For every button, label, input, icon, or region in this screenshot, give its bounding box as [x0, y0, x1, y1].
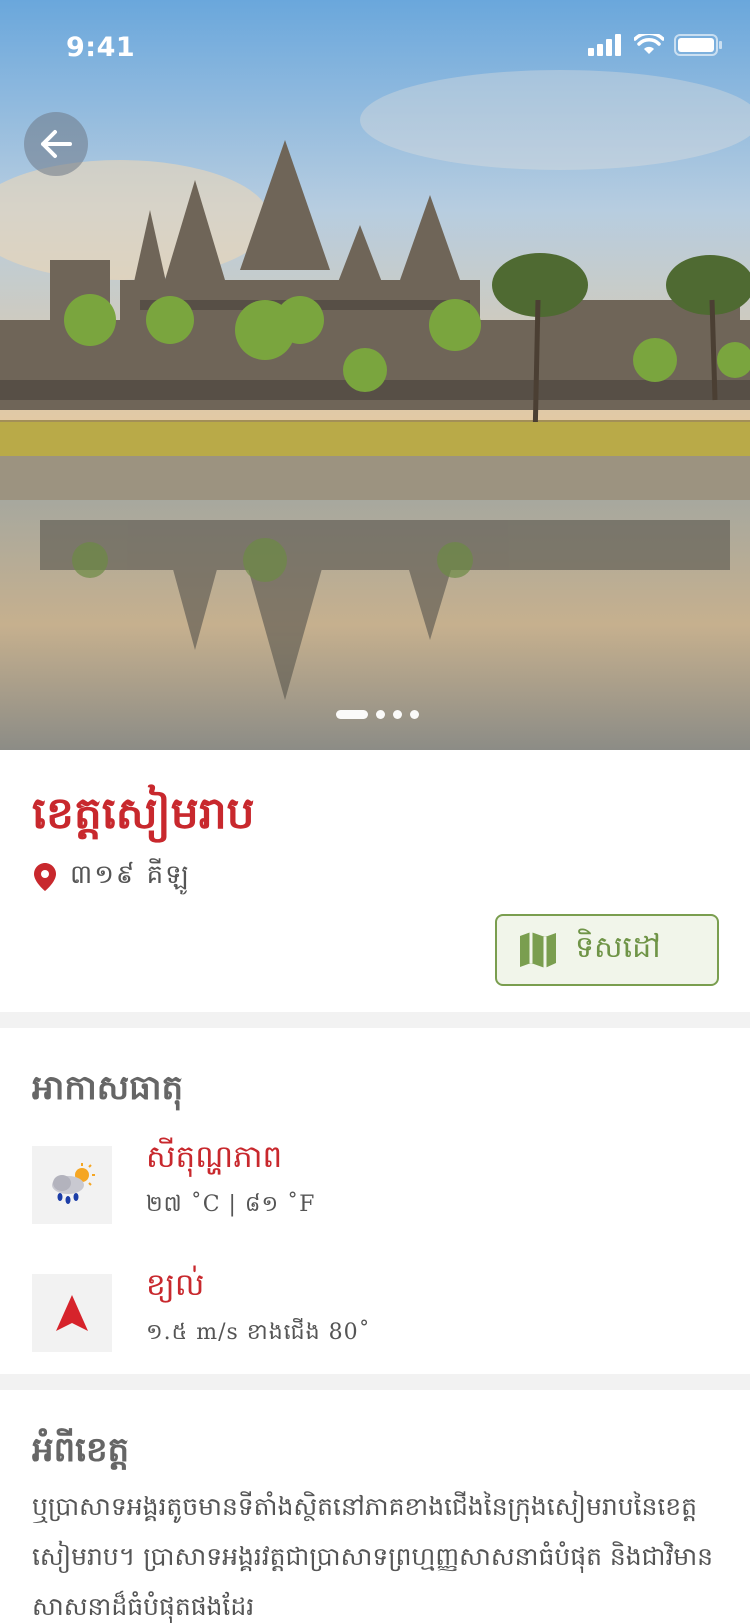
wind-icon-box [32, 1274, 112, 1352]
battery-icon [674, 34, 722, 56]
section-divider [0, 1012, 750, 1028]
weather-title: អាកាសធាតុ [32, 1068, 184, 1108]
distance-row: ៣១៩ គីឡូ [34, 858, 191, 896]
about-section: អំពីខេត្ត ឬប្រាសាទអង្គរតូចមានទីតាំងស្ថិត… [0, 1390, 750, 1624]
temperature-icon-box [32, 1146, 112, 1224]
about-title: អំពីខេត្ត [32, 1430, 130, 1470]
map-icon [520, 932, 556, 968]
section-divider [0, 1374, 750, 1390]
temperature-row: សីតុណ្ហភាព ២៧ ˚C | ៨១ ˚F [32, 1139, 722, 1226]
pager-dot[interactable] [376, 710, 385, 719]
wind-direction-arrow-icon [56, 1295, 88, 1331]
pager-dot-active[interactable] [336, 710, 368, 719]
directions-label: ទិសដៅ [575, 930, 661, 965]
province-info: ខេត្តសៀមរាប ៣១៩ គីឡូ ទិសដៅ [0, 750, 750, 1012]
distance-text: ៣១៩ គីឡូ [70, 860, 191, 890]
temperature-label: សីតុណ្ហភាព [146, 1139, 283, 1175]
pager-dot[interactable] [393, 710, 402, 719]
location-pin-icon [34, 863, 56, 891]
directions-button[interactable]: ទិសដៅ [495, 914, 719, 986]
status-bar: 9:41 [0, 0, 750, 96]
rain-cloud-sun-icon [52, 1163, 95, 1204]
carousel-pager[interactable] [336, 710, 419, 719]
wifi-icon [634, 34, 664, 54]
temperature-value: ២៧ ˚C | ៨១ ˚F [146, 1192, 316, 1217]
status-icons [588, 34, 722, 56]
wind-value: ១.៥ m/s ខាងជើង 80˚ [146, 1320, 371, 1345]
about-text: ឬប្រាសាទអង្គរតូចមានទីតាំងស្ថិតនៅភាគខាងជើ… [32, 1492, 714, 1621]
status-time: 9:41 [66, 32, 136, 63]
weather-section: អាកាសធាតុ សីតុណ្ហភាព ២៧ ˚C | ៨១ ˚F ខ្យល់… [0, 1028, 750, 1374]
back-button[interactable] [24, 112, 88, 176]
wind-label: ខ្យល់ [146, 1267, 205, 1303]
page-title: ខេត្តសៀមរាប [32, 788, 255, 839]
arrow-left-icon [41, 130, 72, 158]
wind-row: ខ្យល់ ១.៥ m/s ខាងជើង 80˚ [32, 1267, 722, 1354]
hero-image-carousel[interactable]: 9:41 [0, 0, 750, 750]
pager-dot[interactable] [410, 710, 419, 719]
angkor-wat-photo [0, 0, 750, 750]
signal-icon [588, 34, 621, 56]
